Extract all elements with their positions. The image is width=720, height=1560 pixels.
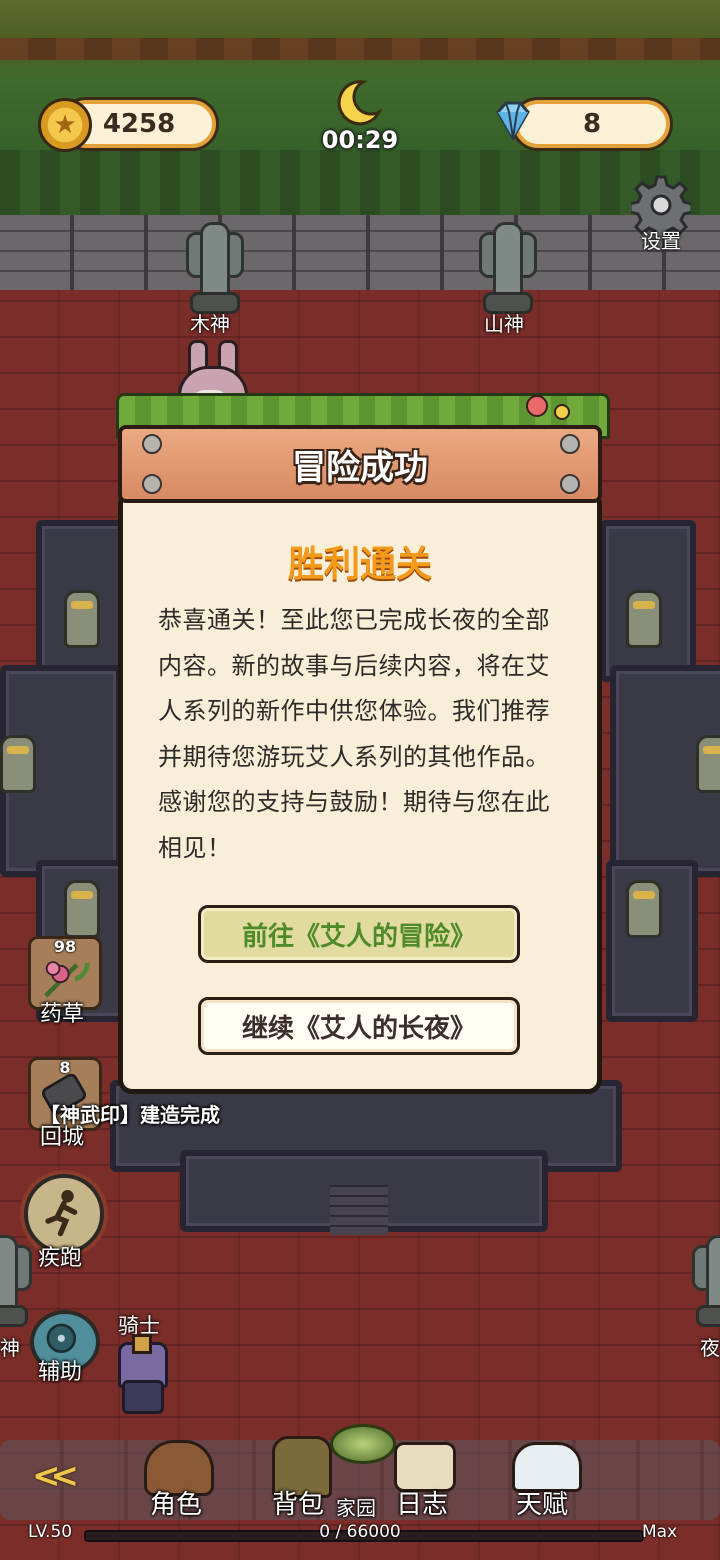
night-timer: 00:29 — [321, 126, 399, 154]
xp-label: 0 / 66000 — [319, 1522, 401, 1542]
nav-backpack[interactable]: 背包 — [272, 1484, 324, 1521]
urn — [626, 880, 662, 938]
nav-talent[interactable]: 天赋 — [516, 1484, 568, 1521]
bolt-icon — [560, 474, 580, 494]
build-complete-toast: 【神武印】建造完成 — [40, 1103, 220, 1127]
nav-journal[interactable]: 日志 — [396, 1484, 448, 1521]
gem-count: 8 — [582, 109, 602, 139]
statue-label: 神 — [0, 1336, 20, 1360]
statue-partial-right[interactable] — [692, 1235, 720, 1327]
game-scene: 木神 山神 神 夜 4258 ★ 00:29 8 设置 冒险成功 胜利通关 恭喜… — [0, 0, 720, 1560]
bolt-icon — [142, 474, 162, 494]
flower-icon — [526, 395, 548, 417]
go-to-adventure-button[interactable]: 前往《艾人的冒险》 — [198, 905, 520, 963]
max-label: Max — [642, 1522, 678, 1542]
settings-button[interactable]: 设置 — [630, 175, 692, 255]
coin-count: 4258 — [102, 109, 176, 139]
go-to-adventure-label: 前往《艾人的冒险》 — [241, 921, 476, 952]
dialog-header: 冒险成功 — [118, 425, 602, 503]
herb-label: 药草 — [40, 1002, 85, 1027]
dialog-message: 恭喜通关！至此您已完成长夜的全部内容。新的故事与后续内容，将在艾人系列的新作中供… — [158, 606, 550, 862]
statue-label: 山神 — [484, 312, 524, 336]
nav-character[interactable]: 角色 — [150, 1484, 202, 1521]
stone-wall — [0, 215, 720, 290]
statue-mountain-god[interactable] — [479, 222, 537, 314]
statue-label: 木神 — [190, 312, 230, 336]
collapse-arrows-icon[interactable]: << — [32, 1456, 79, 1496]
statue-wood-god[interactable] — [186, 222, 244, 314]
urn — [0, 735, 36, 793]
urn — [696, 735, 720, 793]
dialog-title: 冒险成功 — [292, 447, 428, 488]
continue-long-night-label: 继续《艾人的长夜》 — [241, 1013, 476, 1044]
bolt-icon — [142, 434, 162, 454]
running-man-icon — [45, 1190, 78, 1237]
urn — [626, 590, 662, 648]
victory-heading: 胜利通关 — [287, 544, 432, 585]
settings-label: 设置 — [641, 229, 681, 253]
level-label: LV.50 — [28, 1522, 73, 1542]
star-coin-icon: ★ — [38, 98, 92, 152]
statue-label: 夜 — [700, 1336, 720, 1360]
knight-character[interactable] — [112, 1334, 168, 1416]
flower-icon — [554, 404, 570, 420]
home-portal-icon — [330, 1424, 396, 1464]
stairs — [330, 1185, 388, 1235]
assist-label: 辅助 — [38, 1360, 83, 1385]
bolt-icon — [560, 434, 580, 454]
nav-home[interactable]: 家园 — [336, 1492, 376, 1521]
statue-partial-left[interactable] — [0, 1235, 32, 1327]
moon-icon — [337, 80, 383, 126]
hedge-row — [0, 150, 720, 215]
sprint-label: 疾跑 — [38, 1246, 83, 1271]
gem-counter: 8 — [514, 100, 670, 148]
urn — [64, 880, 100, 938]
urn — [64, 590, 100, 648]
diamond-icon — [496, 101, 530, 142]
continue-long-night-button[interactable]: 继续《艾人的长夜》 — [198, 997, 520, 1055]
